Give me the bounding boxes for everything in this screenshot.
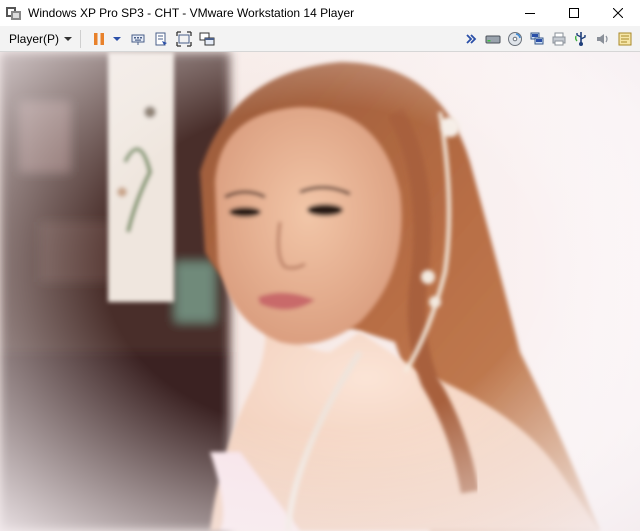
usb-button[interactable] [570, 28, 592, 50]
window-controls [508, 0, 640, 26]
vm-display[interactable] [0, 52, 640, 531]
printer-icon [552, 32, 566, 46]
close-button[interactable] [596, 0, 640, 26]
device-status-icons [460, 28, 636, 50]
hard-disk-icon [485, 35, 501, 44]
close-icon [613, 8, 623, 18]
player-menu-label: Player(P) [9, 31, 60, 46]
fullscreen-button[interactable] [173, 28, 195, 50]
removable-devices-button[interactable] [150, 28, 172, 50]
vmware-app-icon[interactable] [6, 5, 22, 21]
chevron-down-icon [64, 36, 73, 41]
maximize-icon [569, 8, 579, 18]
usb-icon [574, 32, 586, 46]
sound-icon [597, 34, 608, 44]
unity-icon [199, 32, 215, 45]
hard-disk-button[interactable] [482, 28, 504, 50]
network-adapter-button[interactable] [526, 28, 548, 50]
sound-card-button[interactable] [592, 28, 614, 50]
pause-dropdown-icon[interactable] [113, 36, 122, 41]
more-devices-button[interactable] [460, 28, 482, 50]
minimize-button[interactable] [508, 0, 552, 26]
send-ctrl-alt-del-button[interactable] [127, 28, 149, 50]
pause-button[interactable] [88, 28, 110, 50]
title-bar: Windows XP Pro SP3 - CHT - VMware Workst… [0, 0, 640, 26]
message-log-button[interactable] [614, 28, 636, 50]
toolbar: Player(P) [0, 26, 640, 52]
double-chevron-icon [466, 34, 477, 44]
cd-dvd-button[interactable] [504, 28, 526, 50]
minimize-icon [525, 13, 535, 14]
desktop-wallpaper-image [0, 52, 640, 531]
printer-button[interactable] [548, 28, 570, 50]
message-log-icon [618, 32, 632, 46]
pause-icon [94, 32, 105, 45]
ctrl-alt-del-icon [131, 34, 145, 45]
maximize-button[interactable] [552, 0, 596, 26]
toolbar-separator [80, 29, 82, 48]
window-title: Windows XP Pro SP3 - CHT - VMware Workst… [28, 6, 355, 20]
cd-dvd-icon [508, 32, 522, 46]
removable-devices-icon [155, 32, 168, 45]
network-adapter-icon [530, 32, 544, 45]
player-menu-button[interactable]: Player(P) [9, 28, 73, 50]
unity-button[interactable] [196, 28, 218, 50]
fullscreen-icon [176, 30, 192, 47]
